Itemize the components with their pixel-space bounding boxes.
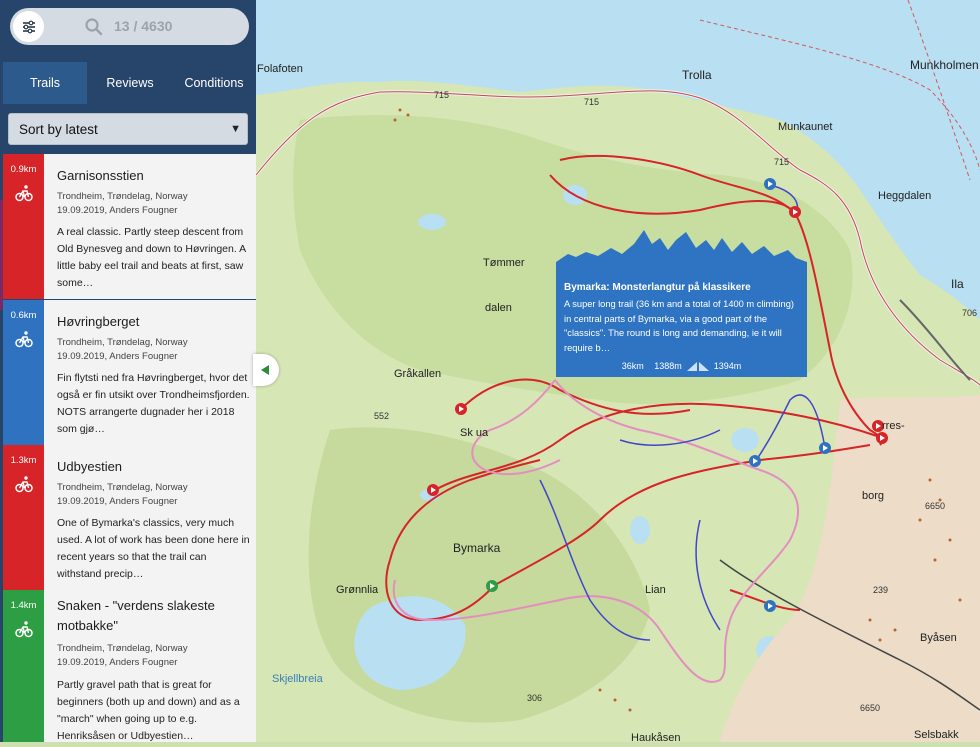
map-label-orres: rres- <box>882 420 905 432</box>
window-edge <box>0 200 3 310</box>
road-label-715: 715 <box>774 157 790 167</box>
trail-date-author: 19.09.2019, Anders Fougner <box>57 657 178 668</box>
trail-color-strip: 0.6km <box>3 300 44 445</box>
map-label-selsbakk: Selsbakk <box>914 729 959 741</box>
trail-description: Partly gravel path that is great for beg… <box>57 679 240 742</box>
map-label-heggdalen: Heggdalen <box>878 190 932 202</box>
trail-color-strip: 1.3km <box>3 445 44 590</box>
map-label-trolla: Trolla <box>682 68 712 82</box>
trail-description: Fin flytsti ned fra Høvringberget, hvor … <box>57 372 250 435</box>
road-label-715: 715 <box>434 90 450 100</box>
climb-descent-icon <box>686 362 709 372</box>
road-label-6650: 6650 <box>925 501 946 511</box>
sort-selected-value: Sort by latest <box>19 122 98 137</box>
trail-list-item[interactable]: 1.3km Udbyestien Trondheim, Trøndelag, N… <box>3 445 256 590</box>
map-label-skjellbreia: Skjellbreia <box>272 673 323 685</box>
chevron-down-icon: ▼ <box>230 123 241 135</box>
road-label-715: 715 <box>584 97 600 107</box>
search-result-count: 13 / 4630 <box>114 18 173 34</box>
tab-reviews[interactable]: Reviews <box>88 62 172 104</box>
trail-description: One of Bymarka's classics, very much use… <box>57 517 250 580</box>
map-label-dalen: dalen <box>485 302 512 314</box>
map-label-lian: Lian <box>645 584 666 596</box>
trail-popup[interactable]: Bymarka: Monsterlangtur på klassikere A … <box>556 230 807 377</box>
chevron-left-icon <box>261 365 269 375</box>
trail-location: Trondheim, Trøndelag, Norway <box>57 191 188 202</box>
mountain-bike-icon <box>15 185 33 202</box>
map-label-grakallen: Gråkallen <box>394 368 442 380</box>
popup-title: Bymarka: Monsterlangtur på klassikere <box>564 282 751 293</box>
map-label-munkholmen: Munkholmen <box>910 58 979 72</box>
search-bar[interactable]: 13 / 4630 <box>10 8 249 45</box>
tab-bar: Trails Reviews Conditions <box>0 62 256 104</box>
trail-distance: 1.4km <box>10 600 37 611</box>
trail-distance: 0.6km <box>10 310 37 321</box>
popup-climb: 1388m <box>654 361 682 371</box>
trail-description: A real classic. Partly steep descent fro… <box>57 226 246 289</box>
trail-date-author: 19.09.2019, Anders Fougner <box>57 205 178 216</box>
map-label-bymarka: Bymarka <box>453 541 501 555</box>
popup-descent: 1394m <box>713 361 742 371</box>
map-label-ila: Ila <box>951 277 964 291</box>
trail-list-item[interactable]: 0.6km Høvringberget Trondheim, Trøndelag… <box>3 300 256 445</box>
map-label-byasen: Byåsen <box>920 632 957 644</box>
map-label-gronnlia: Grønnlia <box>336 584 379 596</box>
map-label-haukasen: Haukåsen <box>631 732 681 744</box>
trail-distance: 1.3km <box>10 455 37 466</box>
popup-stats: 36km 1388m 1394m <box>556 361 807 372</box>
road-label-706: 706 <box>962 308 978 318</box>
popup-distance: 36km <box>621 361 644 371</box>
map-label-borg: borg <box>862 490 885 502</box>
trail-date-author: 19.09.2019, Anders Fougner <box>57 351 178 362</box>
trail-distance: 0.9km <box>10 164 37 175</box>
trail-date-author: 19.09.2019, Anders Fougner <box>57 496 178 507</box>
popup-description: A super long trail (36 km and a total of… <box>564 299 794 353</box>
map-label-folafoten: Folafoten <box>257 63 303 75</box>
road-label-239: 239 <box>873 585 889 595</box>
sidebar: 13 / 4630 Trails Reviews Conditions Sort… <box>0 0 256 742</box>
mountain-bike-icon <box>15 331 33 348</box>
road-label-6650: 6650 <box>860 703 881 713</box>
road-label-552: 552 <box>374 411 390 421</box>
trail-name: Garnisonsstien <box>57 168 144 183</box>
tab-conditions[interactable]: Conditions <box>172 62 256 104</box>
map-label-munkaunet: Munkaunet <box>778 121 833 133</box>
trail-list-item[interactable]: 1.4km Snaken - "verdens slakeste motbakk… <box>3 590 256 742</box>
trail-name: Høvringberget <box>57 314 140 329</box>
trail-list-item[interactable]: 0.9km Garnisonsstien Trondheim, Trøndela… <box>3 154 256 299</box>
sliders-icon <box>22 20 35 33</box>
tab-trails[interactable]: Trails <box>3 62 87 104</box>
search-icon[interactable] <box>84 17 104 37</box>
mountain-bike-icon <box>15 476 33 493</box>
map-label-skistua: Sk ua <box>460 427 489 439</box>
trail-location: Trondheim, Trøndelag, Norway <box>57 482 188 493</box>
trail-name: Snaken - "verdens slakeste motbakke" <box>57 598 215 633</box>
trail-name: Udbyestien <box>57 459 123 474</box>
trail-location: Trondheim, Trøndelag, Norway <box>57 337 188 348</box>
trail-color-strip: 0.9km <box>3 154 44 299</box>
map-label-tommer: Tømmer <box>483 257 525 269</box>
mountain-bike-icon <box>15 621 33 638</box>
trail-color-strip: 1.4km <box>3 590 44 742</box>
road-label-306: 306 <box>527 693 543 703</box>
trail-location: Trondheim, Trøndelag, Norway <box>57 643 188 654</box>
filter-menu-button[interactable] <box>13 11 44 42</box>
sort-select[interactable]: Sort by latest ▼ <box>8 113 248 145</box>
